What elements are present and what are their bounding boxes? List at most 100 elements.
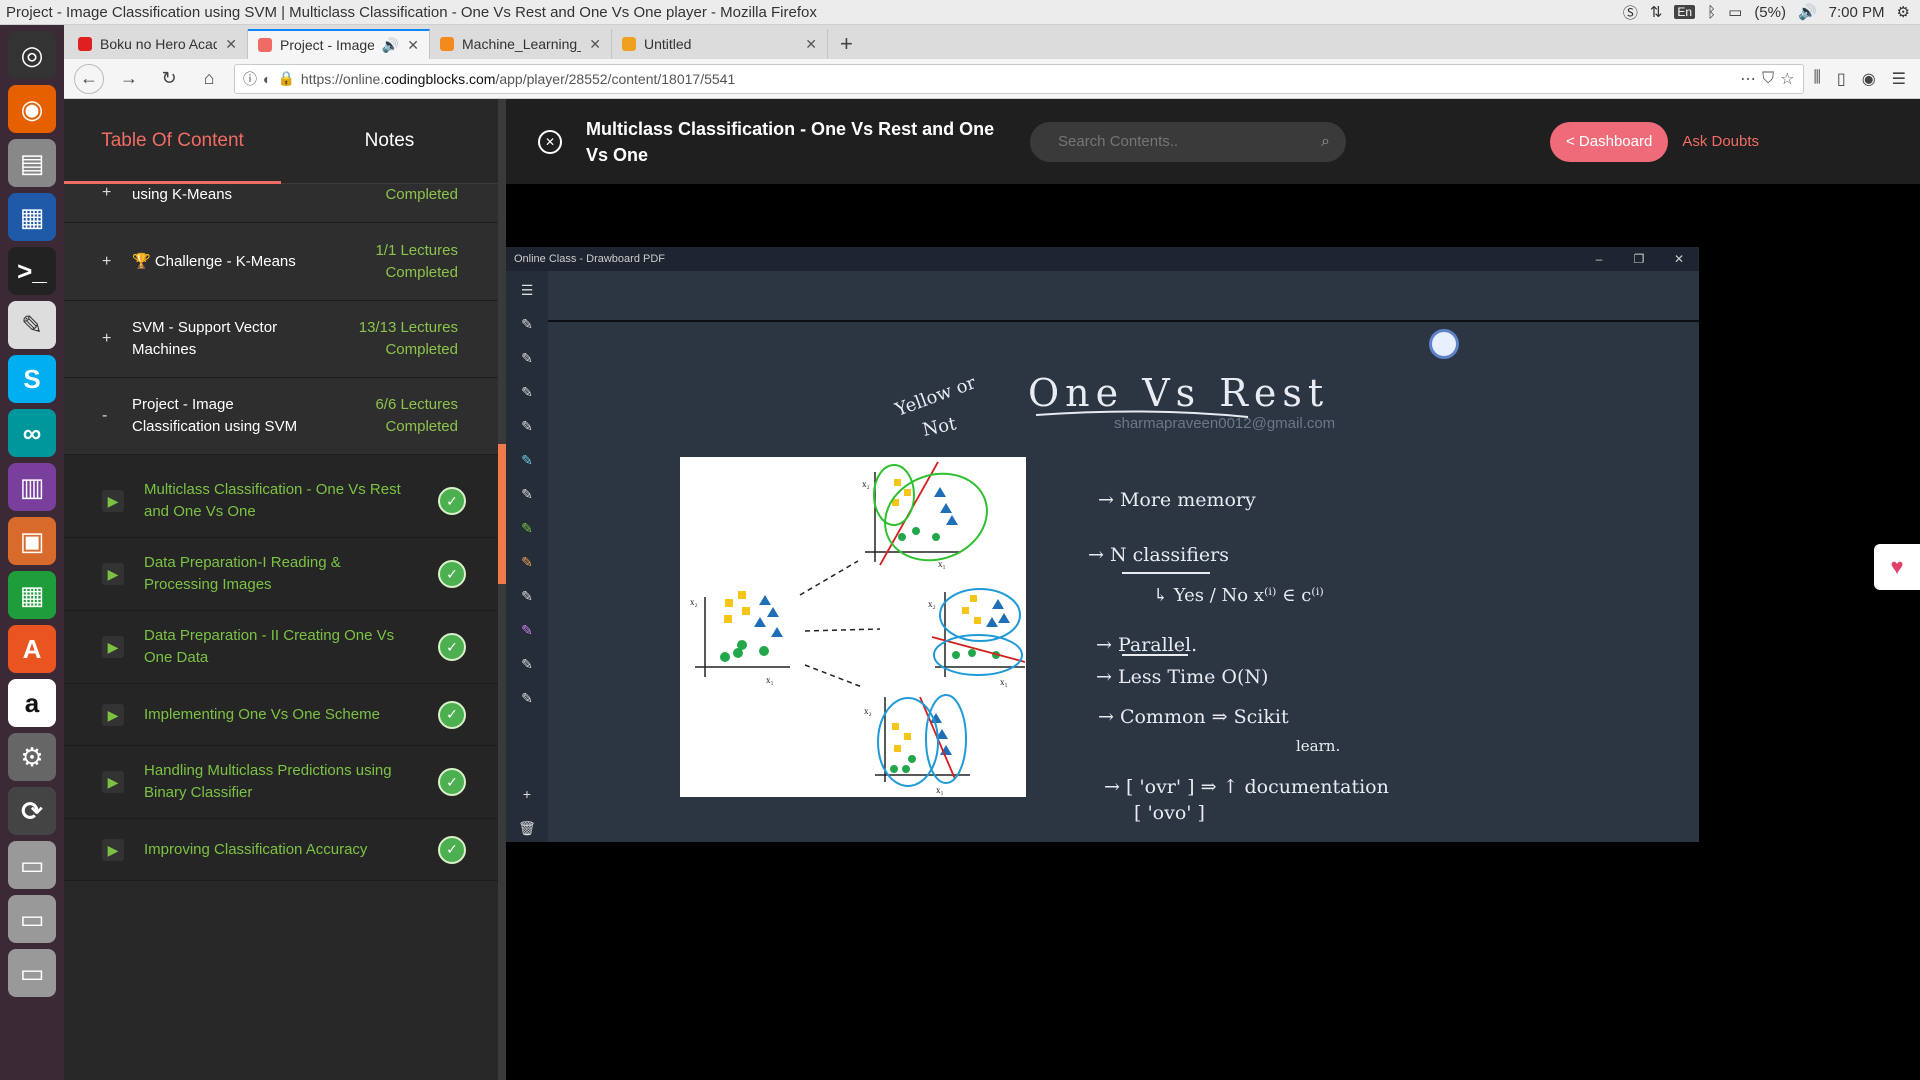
play-icon[interactable]: ▶ [102,563,144,585]
amazon-icon[interactable]: a [8,679,56,727]
course-sidebar: Table Of Content Notes + using K-Means C… [64,99,498,1080]
network-icon[interactable]: ⇅ [1650,3,1663,21]
arduino-icon[interactable]: ∞ [8,409,56,457]
tab-notes[interactable]: Notes [281,99,498,183]
battery-icon[interactable]: ▭ [1728,3,1742,21]
youtube-favicon-icon [78,37,92,51]
tab-label: Project - Image Classifi [280,37,374,53]
workspace-icon[interactable]: ▥ [8,463,56,511]
info-icon[interactable]: ⓘ [243,69,257,89]
browser-tab-untitled[interactable]: Untitled ✕ [612,29,828,59]
section-svm[interactable]: + SVM - Support Vector Machines 13/13 Le… [64,301,498,378]
software-center-icon[interactable]: A [8,625,56,673]
drive-3-icon[interactable]: ▭ [8,949,56,997]
ask-doubts-link[interactable]: Ask Doubts [1682,133,1759,150]
bookmark-star-icon[interactable]: ☆ [1780,69,1794,89]
lecture-title: Improving Classification Accuracy [144,840,368,858]
search-box[interactable]: ⌕ [1030,121,1346,162]
browser-tab-youtube[interactable]: Boku no Hero Academia C ✕ [68,29,248,59]
url-text[interactable]: https://online.codingblocks.com/app/play… [301,71,1734,87]
sidebar-scrollbar[interactable] [498,99,506,1080]
reload-button[interactable]: ↻ [154,64,184,94]
ubuntu-icon[interactable]: ◎ [8,31,56,79]
pen-icon: ✎ [521,315,533,332]
keyboard-layout[interactable]: En [1674,5,1696,19]
section-title: 🏆 Challenge - K-Means [132,252,296,270]
menu-hamburger-icon[interactable]: ☰ [1892,69,1906,89]
expand-icon[interactable]: + [102,253,132,271]
lecture-item[interactable]: ▶ Multiclass Classification - One Vs Res… [64,465,498,538]
minimize-icon: – [1595,252,1603,266]
section-status: 6/6 Lectures Completed [375,396,458,435]
text-editor-icon[interactable]: ✎ [8,301,56,349]
home-button[interactable]: ⌂ [194,64,224,94]
terminal-icon[interactable]: >_ [8,247,56,295]
expand-icon[interactable]: + [102,330,132,348]
page-actions-icon[interactable]: ⋯ [1740,69,1756,89]
system-settings-icon[interactable]: ⚙ [8,733,56,781]
pocket-icon[interactable]: ⛉ [1762,70,1774,88]
lecture-item[interactable]: ▶ Improving Classification Accuracy ✓ [64,819,498,881]
forward-button[interactable]: → [114,64,144,94]
section-kmeans-project[interactable]: + using K-Means Completed [64,184,498,223]
library-icon[interactable]: ⫼ [1814,69,1821,89]
play-icon[interactable]: ▶ [102,771,144,793]
volume-icon[interactable]: 🔊 [1798,3,1817,21]
bluetooth-icon[interactable]: ᛒ [1707,4,1716,21]
drive-icon[interactable]: ▭ [8,841,56,889]
pen-icon: ✎ [521,451,533,468]
point-parallel: → Parallel. [1096,634,1197,656]
pen-icon: ✎ [521,349,533,366]
codingblocks-favicon-icon [258,38,272,52]
back-button[interactable]: ← [74,63,104,94]
firefox-icon[interactable]: ◉ [8,85,56,133]
browser-tab-project[interactable]: Project - Image Classifi 🔊 ✕ [248,29,430,59]
lecture-item[interactable]: ▶ Data Preparation - II Creating One Vs … [64,611,498,684]
close-tab-icon[interactable]: ✕ [407,37,419,54]
search-icon[interactable]: ⌕ [1321,133,1330,151]
trash-icon: 🗑 [518,819,536,836]
play-icon[interactable]: ▶ [102,490,144,512]
video-player[interactable]: Online Class - Drawboard PDF – ❐ ✕ ☰ ✎ ✎… [506,184,1920,1080]
play-icon[interactable]: ▶ [102,703,144,726]
section-image-classification[interactable]: - Project - Image Classification using S… [64,378,498,455]
impress-icon[interactable]: ▣ [8,517,56,565]
lock-icon[interactable]: 🔒 [277,70,294,87]
expand-icon[interactable]: + [102,184,132,202]
clock[interactable]: 7:00 PM [1829,4,1885,21]
lecture-heading: Multiclass Classification - One Vs Rest … [586,118,995,165]
files-icon[interactable]: ▤ [8,139,56,187]
close-tab-icon[interactable]: ✕ [589,36,601,53]
permissions-icon[interactable]: ◐ [263,71,271,87]
sidebar-toggle-icon[interactable]: ▯ [1837,69,1846,89]
close-player-icon[interactable]: ✕ [538,129,562,154]
settings-gear-icon[interactable]: ⚙ [1897,3,1910,21]
search-input[interactable] [1058,133,1322,150]
play-icon[interactable]: ▶ [102,838,144,861]
lecture-item[interactable]: ▶ Data Preparation-I Reading & Processin… [64,538,498,611]
tab-table-of-content[interactable]: Table Of Content [64,99,281,184]
skype-tray-icon[interactable]: Ⓢ [1623,2,1638,23]
dashboard-button[interactable]: < Dashboard [1550,121,1669,162]
favourite-heart-icon[interactable]: ♥ [1874,544,1920,590]
drive-2-icon[interactable]: ▭ [8,895,56,943]
calc-icon[interactable]: ▦ [8,571,56,619]
url-bar[interactable]: ⓘ ◐ 🔒 https://online.codingblocks.com/ap… [234,63,1804,94]
speaker-icon[interactable]: 🔊 [382,37,399,54]
play-icon[interactable]: ▶ [102,636,144,658]
system-tray: Ⓢ ⇅ En ᛒ ▭ (5%) 🔊 7:00 PM ⚙ [1623,2,1920,23]
section-challenge-kmeans[interactable]: + 🏆 Challenge - K-Means 1/1 Lectures Com… [64,223,498,301]
lecture-item[interactable]: ▶ Handling Multiclass Predictions using … [64,746,498,819]
account-icon[interactable]: ◉ [1862,69,1876,89]
lecture-item[interactable]: ▶ Implementing One Vs One Scheme ✓ [64,684,498,746]
collapse-icon[interactable]: - [102,407,132,425]
new-tab-button[interactable]: + [828,29,865,59]
skype-icon[interactable]: S [8,355,56,403]
close-tab-icon[interactable]: ✕ [805,36,817,53]
browser-tab-jupyter[interactable]: Machine_Learning_Project ✕ [430,29,612,59]
scrollbar-thumb[interactable] [498,444,506,584]
software-updater-icon[interactable]: ⟳ [8,787,56,835]
close-tab-icon[interactable]: ✕ [225,36,237,53]
section-status: Completed [385,186,458,203]
writer-icon[interactable]: ▦ [8,193,56,241]
